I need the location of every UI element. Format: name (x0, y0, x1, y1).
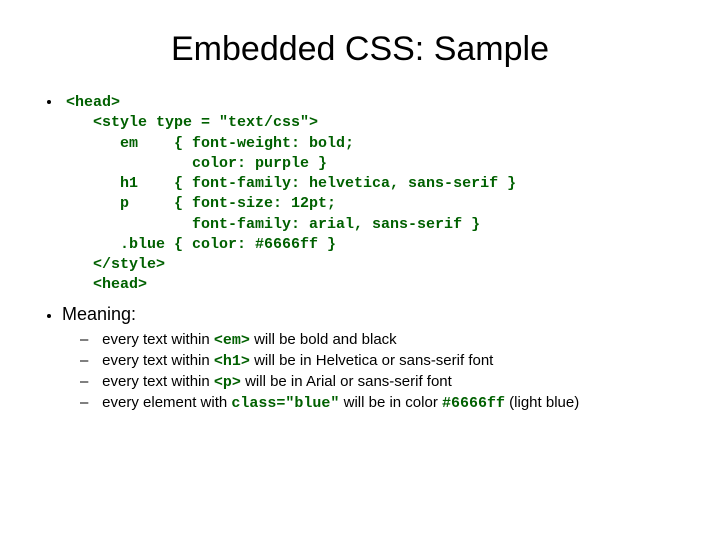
text: every text within (102, 352, 214, 369)
meaning-bullet: Meaning: every text within <em> will be … (62, 304, 680, 412)
inline-code: #6666ff (442, 395, 505, 412)
code-bullet: <head> <style type = "text/css"> em { fo… (62, 93, 680, 296)
bullet-list: <head> <style type = "text/css"> em { fo… (62, 93, 680, 412)
meaning-list: every text within <em> will be bold and … (82, 331, 680, 412)
inline-code: <em> (214, 332, 250, 349)
list-item: every element with class="blue" will be … (82, 394, 680, 412)
list-item: every text within <h1> will be in Helvet… (82, 352, 680, 370)
text: will be in color (339, 394, 442, 411)
inline-code: <h1> (214, 353, 250, 370)
slide-title: Embedded CSS: Sample (40, 30, 680, 69)
list-item: every text within <em> will be bold and … (82, 331, 680, 349)
slide: Embedded CSS: Sample <head> <style type … (0, 0, 720, 440)
inline-code: <p> (214, 374, 241, 391)
code-block: <head> <style type = "text/css"> em { fo… (66, 93, 680, 296)
text: every text within (102, 331, 214, 348)
text: will be in Arial or sans-serif font (241, 373, 452, 390)
text: every element with (102, 394, 231, 411)
text: every text within (102, 373, 214, 390)
text: will be bold and black (250, 331, 397, 348)
inline-code: class="blue" (231, 395, 339, 412)
text: will be in Helvetica or sans-serif font (250, 352, 493, 369)
text: (light blue) (505, 394, 579, 411)
list-item: every text within <p> will be in Arial o… (82, 373, 680, 391)
meaning-label: Meaning: (62, 304, 136, 324)
